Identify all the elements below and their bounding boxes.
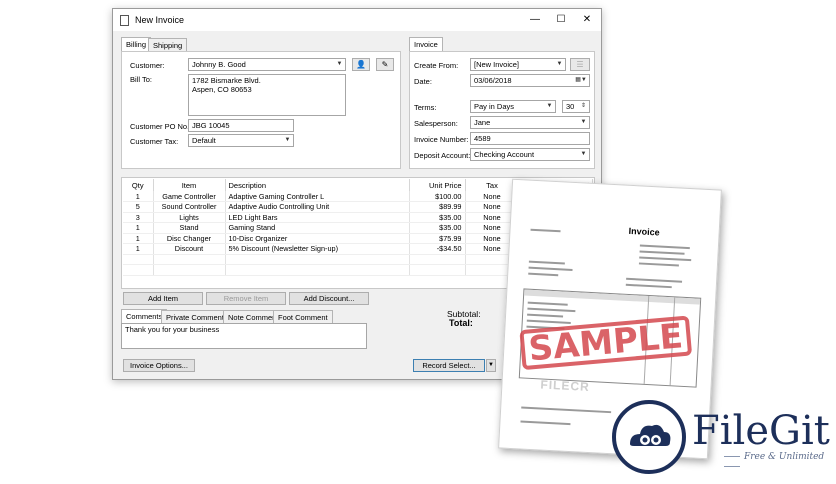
maximize-icon[interactable]: ☐	[553, 13, 569, 27]
unit-price-cell: $75.99	[409, 233, 466, 244]
add-item-button[interactable]: Add Item	[123, 292, 203, 305]
description-cell: Adaptive Audio Controlling Unit	[225, 201, 410, 213]
filecr-watermark: FILECR	[540, 377, 591, 395]
chevron-down-icon: ▼	[336, 61, 343, 67]
item-cell: Stand	[153, 222, 226, 234]
window-title: New Invoice	[135, 15, 185, 25]
brand-tagline: Free & Unlimited	[720, 452, 836, 472]
description-cell: 5% Discount (Newsletter Sign-up)	[225, 243, 410, 255]
record-select-dropdown-icon[interactable]: ▼	[486, 359, 496, 372]
tab-foot-comment[interactable]: Foot Comment	[273, 310, 333, 323]
item-cell: Sound Controller	[153, 201, 226, 213]
qty-cell: 1	[123, 233, 154, 244]
chevron-down-icon: ▼	[284, 137, 291, 143]
qty-cell: 1	[123, 243, 154, 255]
close-icon[interactable]: ✕	[579, 13, 595, 27]
terms-dropdown[interactable]: Pay in Days ▼	[470, 100, 556, 113]
deposit-account-label: Deposit Account:	[414, 151, 471, 160]
invoice-number-label: Invoice Number:	[414, 135, 469, 144]
tab-billing[interactable]: Billing	[121, 37, 152, 51]
tax-value: Default	[192, 136, 216, 145]
chevron-down-icon: ▼	[580, 151, 587, 157]
tab-shipping[interactable]: Shipping	[148, 38, 188, 51]
document-heading: Invoice	[628, 225, 660, 238]
sample-invoice-document: Invoice SAMPLE FILECR	[498, 178, 722, 460]
item-cell: Lights	[153, 212, 226, 223]
item-cell: Discount	[153, 243, 226, 255]
billing-panel: Customer: Johnny B. Good ▼ 👤 ✎ Bill To: …	[121, 51, 401, 169]
salesperson-label: Salesperson:	[414, 119, 458, 128]
qty-cell: 1	[123, 222, 154, 234]
tax-label: Customer Tax:	[130, 137, 179, 146]
remove-item-button[interactable]: Remove Item	[206, 292, 286, 305]
customer-label: Customer:	[130, 61, 165, 70]
unit-price-cell: $35.00	[409, 212, 466, 223]
minimize-icon[interactable]: —	[527, 13, 543, 27]
qty-cell: 5	[123, 201, 154, 213]
create-from-label: Create From:	[414, 61, 459, 70]
brand-name: FileGit	[692, 408, 830, 454]
qty-cell: 1	[123, 191, 154, 202]
item-cell: Game Controller	[153, 191, 226, 202]
calendar-icon: ▦▼	[575, 77, 587, 83]
deposit-account-dropdown[interactable]: Checking Account ▼	[470, 148, 590, 161]
terms-label: Terms:	[414, 103, 437, 112]
date-label: Date:	[414, 77, 432, 86]
create-from-dropdown[interactable]: [New Invoice] ▼	[470, 58, 566, 71]
terms-value: Pay in Days	[474, 102, 515, 111]
date-picker[interactable]: 03/06/2018 ▦▼	[470, 74, 590, 87]
salesperson-value: Jane	[474, 118, 491, 127]
edit-customer-icon[interactable]: ✎	[376, 58, 394, 71]
po-input[interactable]: JBG 10045	[188, 119, 294, 132]
column-header-unit-price[interactable]: Unit Price	[409, 179, 466, 191]
title-bar: New Invoice — ☐ ✕	[113, 9, 601, 31]
comments-textarea[interactable]: Thank you for your business	[121, 323, 367, 349]
item-cell: Disc Changer	[153, 233, 226, 244]
date-value: 03/06/2018	[474, 76, 512, 85]
po-label: Customer PO No.:	[130, 122, 192, 131]
create-from-value: [New Invoice]	[474, 60, 520, 69]
customer-value: Johnny B. Good	[192, 60, 246, 69]
deposit-account-value: Checking Account	[474, 150, 535, 159]
unit-price-cell: $35.00	[409, 222, 466, 234]
description-cell: Adaptive Gaming Controller L	[225, 191, 410, 202]
description-cell: Gaming Stand	[225, 222, 410, 234]
tab-private-comments[interactable]: Private Comments	[161, 310, 233, 323]
bill-to-line1: 1782 Bismarke Blvd.	[192, 76, 261, 85]
bill-to-line2: Aspen, CO 80653	[192, 85, 252, 94]
customer-lookup-icon[interactable]: 👤	[352, 58, 370, 71]
total-label: Total:	[449, 318, 473, 328]
column-header-item[interactable]: Item	[153, 179, 226, 191]
description-cell: LED Light Bars	[225, 212, 410, 223]
cloud-logo-icon	[630, 424, 671, 446]
filegit-logo	[612, 400, 686, 474]
chevron-down-icon: ▼	[580, 119, 587, 125]
column-header-description[interactable]: Description	[225, 179, 410, 191]
unit-price-cell: $89.99	[409, 201, 466, 213]
description-cell: 10-Disc Organizer	[225, 233, 410, 244]
bill-to-label: Bill To:	[130, 75, 152, 84]
tax-dropdown[interactable]: Default ▼	[188, 134, 294, 147]
invoice-panel: Create From: [New Invoice] ▼ ☰ Date: 03/…	[409, 51, 595, 169]
unit-price-cell: $100.00	[409, 191, 466, 202]
invoice-number-input[interactable]: 4589	[470, 132, 590, 145]
bill-to-address[interactable]: 1782 Bismarke Blvd. Aspen, CO 80653	[188, 74, 346, 116]
terms-days-value: 30	[566, 102, 575, 111]
customer-dropdown[interactable]: Johnny B. Good ▼	[188, 58, 346, 71]
spinner-icon: ⇕	[580, 103, 587, 109]
terms-days-stepper[interactable]: 30 ⇕	[562, 100, 590, 113]
chevron-down-icon: ▼	[546, 103, 553, 109]
qty-cell: 3	[123, 212, 154, 223]
chevron-down-icon: ▼	[556, 61, 563, 67]
copy-icon[interactable]: ☰	[570, 58, 590, 71]
column-header-qty[interactable]: Qty	[123, 179, 154, 191]
salesperson-dropdown[interactable]: Jane ▼	[470, 116, 590, 129]
unit-price-cell: -$34.50	[409, 243, 466, 255]
tab-invoice[interactable]: Invoice	[409, 37, 443, 51]
add-discount-button[interactable]: Add Discount...	[289, 292, 369, 305]
record-select-button[interactable]: Record Select...	[413, 359, 485, 372]
app-icon	[120, 15, 129, 26]
invoice-options-button[interactable]: Invoice Options...	[123, 359, 195, 372]
